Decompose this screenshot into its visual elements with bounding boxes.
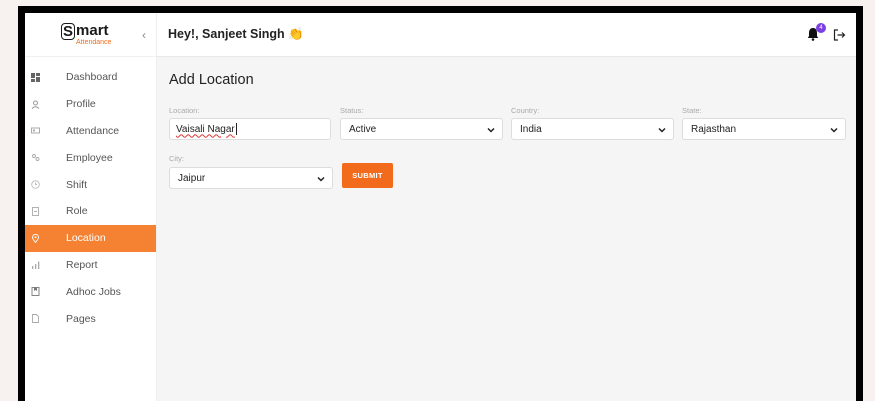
location-field[interactable]: Vaisali Nagar xyxy=(169,118,331,140)
sidebar-item-pages[interactable]: Pages xyxy=(25,305,156,332)
country-select[interactable]: India xyxy=(511,118,674,140)
page-icon xyxy=(30,314,40,324)
status-label: Status: xyxy=(340,106,364,115)
sidebar-item-report[interactable]: Report xyxy=(25,252,156,279)
sidebar-item-label: Pages xyxy=(66,312,96,325)
notification-count-badge: 4 xyxy=(816,23,826,33)
logo-row: S mart Attendance ‹ xyxy=(25,13,156,57)
screenshot-frame: S mart Attendance ‹ Dashboard Profile At… xyxy=(18,6,863,401)
logo-s-mark: S xyxy=(61,22,76,40)
sidebar-item-label: Attendance xyxy=(66,124,120,137)
sidebar-item-shift[interactable]: Shift xyxy=(25,171,156,198)
chevron-down-icon xyxy=(830,127,838,133)
country-value: India xyxy=(520,123,542,135)
city-label: City: xyxy=(169,154,184,163)
main-content: Add Location Location: Vaisali Nagar Sta… xyxy=(157,57,856,401)
clock-icon xyxy=(30,180,40,190)
greeting-text: Hey!, Sanjeet Singh 👏 xyxy=(168,27,304,41)
sidebar-item-label: Dashboard xyxy=(66,71,118,84)
text-caret xyxy=(235,123,237,135)
chevron-down-icon xyxy=(487,127,495,133)
top-bar: Hey!, Sanjeet Singh 👏 4 xyxy=(157,13,856,57)
profile-icon xyxy=(30,99,40,109)
status-select[interactable]: Active xyxy=(340,118,503,140)
status-value: Active xyxy=(349,123,377,135)
sidebar-item-dashboard[interactable]: Dashboard xyxy=(25,64,156,91)
logo-sub-text: Attendance xyxy=(76,38,112,46)
page-title: Add Location xyxy=(169,72,254,88)
sidebar-item-label: Adhoc Jobs xyxy=(66,285,121,298)
employee-icon xyxy=(30,153,40,163)
sidebar-item-adhoc-jobs[interactable]: Adhoc Jobs xyxy=(25,278,156,305)
role-icon xyxy=(30,206,40,216)
sidebar-item-label: Employee xyxy=(66,151,113,164)
logout-icon[interactable] xyxy=(832,28,846,42)
attendance-icon xyxy=(30,126,40,136)
city-value: Jaipur xyxy=(178,172,206,184)
sidebar-item-employee[interactable]: Employee xyxy=(25,144,156,171)
location-pin-icon xyxy=(30,233,40,243)
bar-chart-icon xyxy=(30,260,40,270)
sidebar-item-location[interactable]: Location xyxy=(25,224,156,252)
bookmark-icon xyxy=(30,287,40,297)
sidebar-item-label: Role xyxy=(66,205,88,218)
state-select[interactable]: Rajasthan xyxy=(682,118,846,140)
sidebar-item-role[interactable]: Role xyxy=(25,198,156,225)
location-label: Location: xyxy=(169,106,200,115)
collapse-sidebar-icon[interactable]: ‹ xyxy=(142,28,146,42)
sidebar-item-label: Shift xyxy=(66,178,88,191)
city-select[interactable]: Jaipur xyxy=(169,167,333,189)
app-logo[interactable]: S mart Attendance xyxy=(61,21,112,47)
state-value: Rajasthan xyxy=(691,123,737,135)
sidebar-item-attendance[interactable]: Attendance xyxy=(25,118,156,145)
chevron-down-icon xyxy=(317,176,325,182)
sidebar-item-label: Report xyxy=(66,258,98,271)
submit-button[interactable]: SUBMIT xyxy=(342,163,393,188)
app-window: S mart Attendance ‹ Dashboard Profile At… xyxy=(25,13,856,401)
sidebar-item-label: Location xyxy=(66,232,106,245)
sidebar-nav: Dashboard Profile Attendance Employee Sh… xyxy=(25,57,156,332)
chevron-down-icon xyxy=(658,127,666,133)
sidebar-item-label: Profile xyxy=(66,98,96,111)
state-label: State: xyxy=(682,106,702,115)
location-value: Vaisali Nagar xyxy=(176,123,235,135)
sidebar-item-profile[interactable]: Profile xyxy=(25,91,156,118)
dashboard-icon xyxy=(30,72,40,82)
logo-main-text: mart xyxy=(76,21,109,39)
country-label: Country: xyxy=(511,106,540,115)
sidebar: S mart Attendance ‹ Dashboard Profile At… xyxy=(25,13,157,401)
